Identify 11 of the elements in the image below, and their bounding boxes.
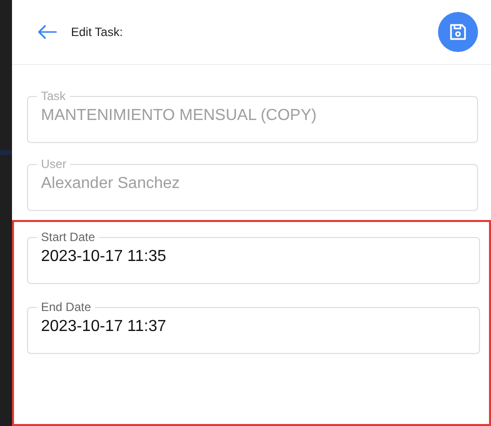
field-value[interactable]: 2023-10-17 11:35 (41, 244, 466, 266)
field-label: Start Date (40, 230, 96, 244)
page-title: Edit Task: (71, 25, 124, 39)
input-field[interactable]: Start Date 2023-10-17 11:35 (27, 230, 480, 284)
save-button[interactable] (438, 12, 478, 52)
back-arrow-icon[interactable] (37, 25, 57, 39)
field-label: End Date (40, 300, 92, 314)
field-value[interactable]: 2023-10-17 11:37 (41, 314, 466, 336)
input-field[interactable]: End Date 2023-10-17 11:37 (27, 300, 480, 354)
field-label: Task (40, 89, 67, 103)
field-label: User (40, 157, 68, 171)
